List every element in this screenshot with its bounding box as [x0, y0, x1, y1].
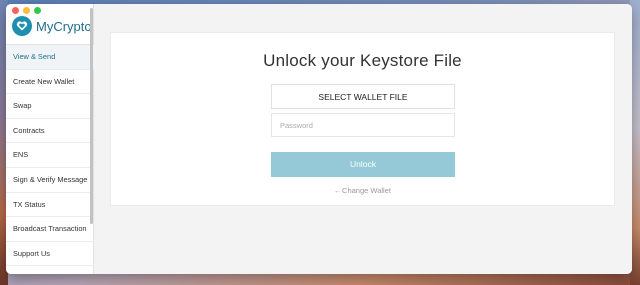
- page-title: Unlock your Keystore File: [263, 51, 462, 70]
- sidebar-nav: View & Send Create New Wallet Swap Contr…: [6, 44, 94, 274]
- sidebar-item-help[interactable]: Help ↗: [6, 265, 94, 274]
- sidebar-item-broadcast-transaction[interactable]: Broadcast Transaction: [6, 216, 94, 241]
- sidebar-scrollbar[interactable]: [90, 8, 93, 224]
- unlock-card: Unlock your Keystore File SELECT WALLET …: [110, 32, 615, 206]
- sidebar-item-create-new-wallet[interactable]: Create New Wallet: [6, 68, 94, 94]
- mycrypto-logo-icon: [12, 16, 32, 36]
- sidebar-item-contracts[interactable]: Contracts: [6, 117, 94, 143]
- change-wallet-link[interactable]: ←Change Wallet: [111, 186, 614, 195]
- minimize-window-button[interactable]: [23, 7, 30, 14]
- sidebar-item-ens[interactable]: ENS: [6, 142, 94, 167]
- sidebar-item-swap[interactable]: Swap: [6, 93, 94, 118]
- sidebar-item-sign-verify-message[interactable]: Sign & Verify Message: [6, 166, 94, 192]
- arrow-left-icon: ←: [334, 188, 342, 195]
- sidebar: MyCrypto View & Send Create New Wallet S…: [6, 4, 94, 274]
- sidebar-item-tx-status[interactable]: TX Status: [6, 191, 94, 217]
- sidebar-item-view-send[interactable]: View & Send: [6, 44, 94, 69]
- main-content: Unlock your Keystore File SELECT WALLET …: [94, 4, 632, 274]
- change-wallet-label: Change Wallet: [342, 186, 391, 195]
- maximize-window-button[interactable]: [34, 7, 41, 14]
- select-wallet-file-button[interactable]: SELECT WALLET FILE: [271, 84, 455, 109]
- brand[interactable]: MyCrypto: [12, 16, 92, 36]
- brand-name: MyCrypto: [36, 18, 92, 34]
- window-controls: [12, 7, 41, 14]
- password-input[interactable]: [271, 113, 455, 137]
- app-window: MyCrypto View & Send Create New Wallet S…: [6, 4, 632, 274]
- sidebar-item-support-us[interactable]: Support Us: [6, 240, 94, 266]
- unlock-button[interactable]: Unlock: [271, 152, 455, 177]
- close-window-button[interactable]: [12, 7, 19, 14]
